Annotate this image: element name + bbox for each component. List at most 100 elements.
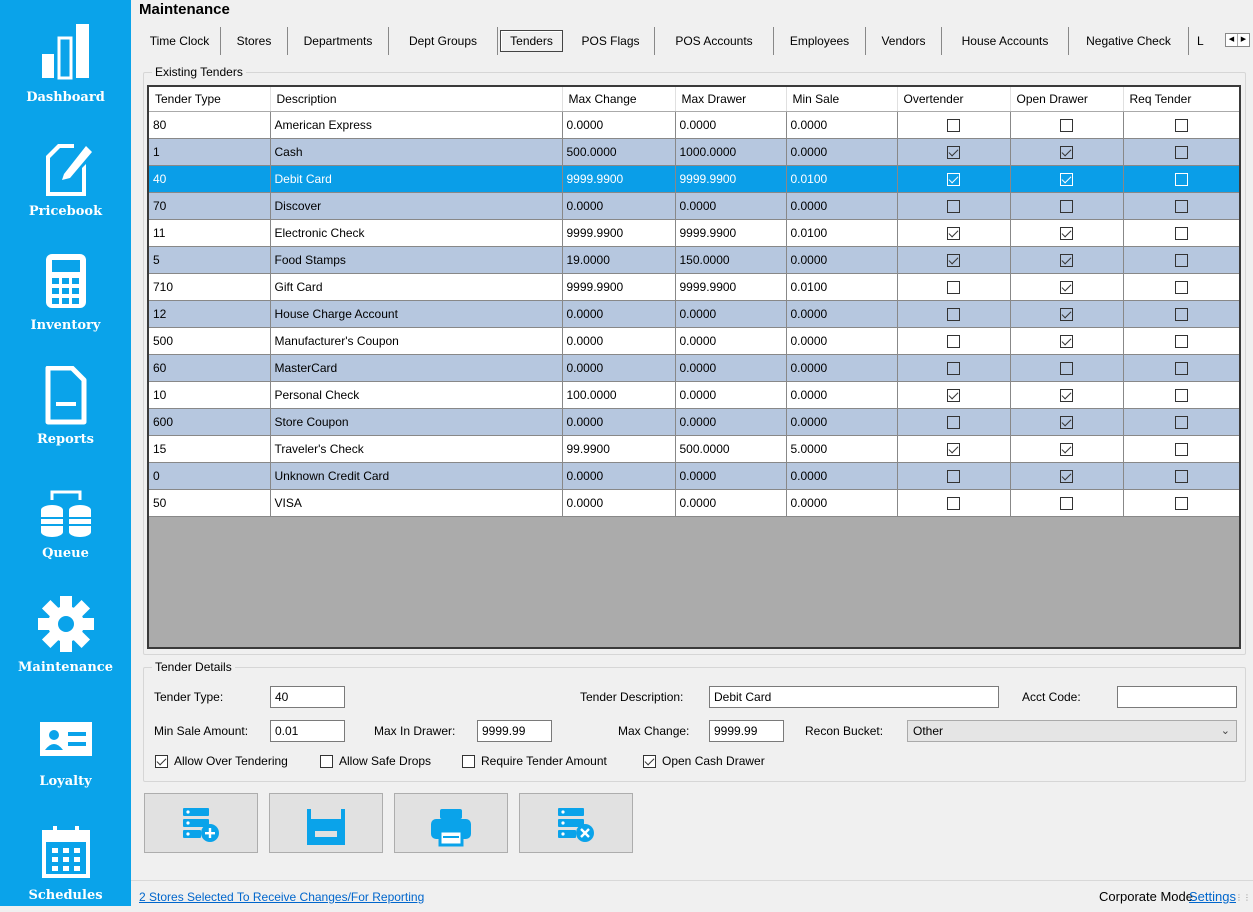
unchecked-checkbox[interactable] xyxy=(1174,415,1188,429)
max-in-drawer-input[interactable] xyxy=(477,720,552,742)
checked-checkbox[interactable] xyxy=(1060,307,1073,321)
unchecked-checkbox[interactable] xyxy=(1174,442,1188,456)
checked-checkbox[interactable] xyxy=(947,253,960,267)
unchecked-checkbox[interactable] xyxy=(947,415,960,429)
tab-overflow[interactable]: L xyxy=(1189,27,1221,55)
cell-description[interactable]: American Express xyxy=(270,111,563,139)
checked-checkbox[interactable] xyxy=(947,388,960,402)
checked-checkbox[interactable] xyxy=(1060,172,1073,186)
table-row[interactable]: 1 Cash 500.0000 1000.0000 0.0000 xyxy=(149,138,1239,166)
min-sale-input[interactable] xyxy=(270,720,345,742)
checked-checkbox[interactable] xyxy=(1060,469,1073,483)
cell-overtender[interactable] xyxy=(897,138,1011,166)
cell-open-drawer[interactable] xyxy=(1010,408,1124,436)
cell-max-drawer[interactable]: 150.0000 xyxy=(675,246,787,274)
cell-max-change[interactable]: 19.0000 xyxy=(562,246,676,274)
cell-overtender[interactable] xyxy=(897,435,1011,463)
cell-open-drawer[interactable] xyxy=(1010,435,1124,463)
cell-max-change[interactable]: 0.0000 xyxy=(562,408,676,436)
checked-checkbox[interactable] xyxy=(1060,226,1073,240)
require-tender-amount-checkbox[interactable]: Require Tender Amount xyxy=(462,754,607,768)
cell-max-drawer[interactable]: 0.0000 xyxy=(675,300,787,328)
acct-code-input[interactable] xyxy=(1117,686,1237,708)
table-row[interactable]: 5 Food Stamps 19.0000 150.0000 0.0000 xyxy=(149,246,1239,274)
print-button[interactable] xyxy=(394,793,508,853)
cell-tender-type[interactable]: 5 xyxy=(149,246,271,274)
unchecked-checkbox[interactable] xyxy=(947,280,960,294)
cell-tender-type[interactable]: 50 xyxy=(149,489,271,517)
checked-checkbox[interactable] xyxy=(1060,280,1073,294)
cell-req-tender[interactable] xyxy=(1123,327,1239,355)
cell-open-drawer[interactable] xyxy=(1010,246,1124,274)
cell-max-drawer[interactable]: 0.0000 xyxy=(675,327,787,355)
cell-max-change[interactable]: 99.9900 xyxy=(562,435,676,463)
cell-tender-type[interactable]: 12 xyxy=(149,300,271,328)
cell-max-change[interactable]: 0.0000 xyxy=(562,354,676,382)
cell-req-tender[interactable] xyxy=(1123,381,1239,409)
cell-min-sale[interactable]: 0.0000 xyxy=(786,354,898,382)
cell-max-drawer[interactable]: 0.0000 xyxy=(675,462,787,490)
unchecked-checkbox[interactable] xyxy=(1174,199,1188,213)
scroll-left-icon[interactable]: ◀ xyxy=(1226,34,1238,46)
cell-overtender[interactable] xyxy=(897,300,1011,328)
unchecked-checkbox[interactable] xyxy=(947,118,960,132)
unchecked-checkbox[interactable] xyxy=(947,199,960,213)
table-row[interactable]: 60 MasterCard 0.0000 0.0000 0.0000 xyxy=(149,354,1239,382)
cell-max-drawer[interactable]: 9999.9900 xyxy=(675,273,787,301)
cell-description[interactable]: Traveler's Check xyxy=(270,435,563,463)
checkbox-box[interactable] xyxy=(320,754,333,768)
col-open-drawer[interactable]: Open Drawer xyxy=(1010,87,1124,112)
checkbox-box[interactable] xyxy=(462,754,475,768)
checked-checkbox[interactable] xyxy=(1060,253,1073,267)
cell-open-drawer[interactable] xyxy=(1010,192,1124,220)
resize-grip-icon[interactable]: ⋮⋮ xyxy=(1235,893,1251,902)
unchecked-checkbox[interactable] xyxy=(1060,361,1073,375)
cell-min-sale[interactable]: 5.0000 xyxy=(786,435,898,463)
cell-req-tender[interactable] xyxy=(1123,138,1239,166)
cell-open-drawer[interactable] xyxy=(1010,327,1124,355)
cell-min-sale[interactable]: 0.0000 xyxy=(786,408,898,436)
cell-max-drawer[interactable]: 9999.9900 xyxy=(675,219,787,247)
cell-open-drawer[interactable] xyxy=(1010,354,1124,382)
unchecked-checkbox[interactable] xyxy=(1174,388,1188,402)
allow-safe-drops-checkbox[interactable]: Allow Safe Drops xyxy=(320,754,431,768)
cell-max-drawer[interactable]: 0.0000 xyxy=(675,489,787,517)
unchecked-checkbox[interactable] xyxy=(1174,361,1188,375)
cell-description[interactable]: Store Coupon xyxy=(270,408,563,436)
cell-req-tender[interactable] xyxy=(1123,354,1239,382)
cell-max-change[interactable]: 9999.9900 xyxy=(562,273,676,301)
cell-overtender[interactable] xyxy=(897,165,1011,193)
unchecked-checkbox[interactable] xyxy=(947,361,960,375)
cell-overtender[interactable] xyxy=(897,273,1011,301)
cell-req-tender[interactable] xyxy=(1123,300,1239,328)
cell-description[interactable]: Gift Card xyxy=(270,273,563,301)
cell-description[interactable]: House Charge Account xyxy=(270,300,563,328)
cell-req-tender[interactable] xyxy=(1123,219,1239,247)
cell-req-tender[interactable] xyxy=(1123,489,1239,517)
unchecked-checkbox[interactable] xyxy=(1174,145,1188,159)
nav-reports[interactable]: Reports xyxy=(0,342,131,456)
unchecked-checkbox[interactable] xyxy=(947,334,960,348)
add-tender-button[interactable] xyxy=(144,793,258,853)
checked-checkbox[interactable] xyxy=(947,145,960,159)
cell-description[interactable]: Cash xyxy=(270,138,563,166)
unchecked-checkbox[interactable] xyxy=(947,496,960,510)
unchecked-checkbox[interactable] xyxy=(1060,496,1073,510)
col-max-drawer[interactable]: Max Drawer xyxy=(675,87,787,112)
open-cash-drawer-checkbox[interactable]: Open Cash Drawer xyxy=(643,754,765,768)
unchecked-checkbox[interactable] xyxy=(1174,226,1188,240)
tab-vendors[interactable]: Vendors xyxy=(866,27,942,55)
cell-description[interactable]: Debit Card xyxy=(270,165,563,193)
unchecked-checkbox[interactable] xyxy=(1174,172,1188,186)
cell-open-drawer[interactable] xyxy=(1010,462,1124,490)
cell-tender-type[interactable]: 600 xyxy=(149,408,271,436)
checked-checkbox[interactable] xyxy=(947,442,960,456)
cell-max-drawer[interactable]: 9999.9900 xyxy=(675,165,787,193)
unchecked-checkbox[interactable] xyxy=(947,469,960,483)
cell-max-drawer[interactable]: 500.0000 xyxy=(675,435,787,463)
cell-overtender[interactable] xyxy=(897,219,1011,247)
cell-description[interactable]: MasterCard xyxy=(270,354,563,382)
col-overtender[interactable]: Overtender xyxy=(897,87,1011,112)
unchecked-checkbox[interactable] xyxy=(1174,118,1188,132)
table-row[interactable]: 500 Manufacturer's Coupon 0.0000 0.0000 0.00… xyxy=(149,327,1239,355)
